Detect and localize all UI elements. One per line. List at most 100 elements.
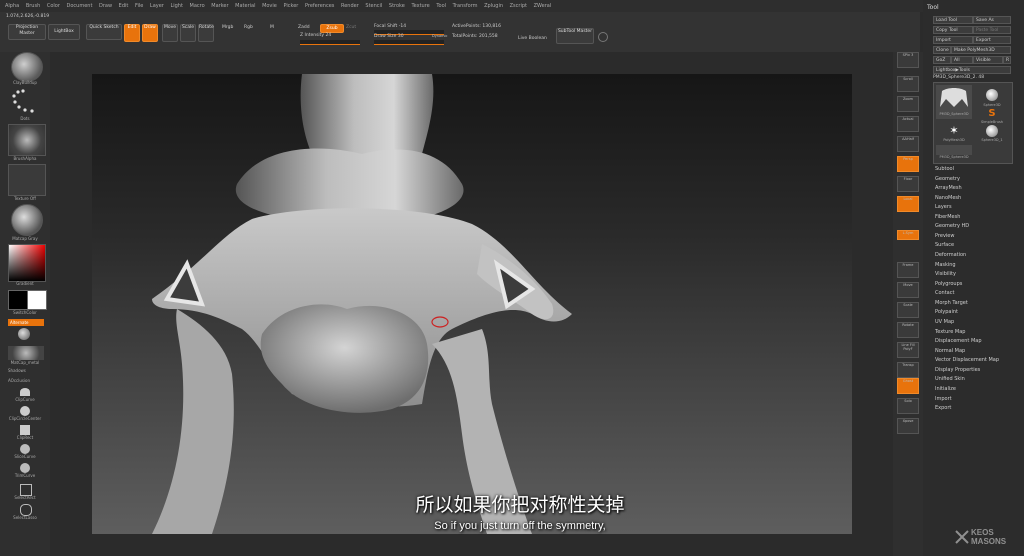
menu-zweral[interactable]: ZWeral [534,0,552,12]
draw-button[interactable]: Draw [142,24,158,42]
move-view-button[interactable]: Move [897,282,919,298]
tool-item-fibermesh[interactable]: FiberMesh [935,214,960,220]
scale-button[interactable]: Scale [180,24,196,42]
actual-button[interactable]: Actual [897,116,919,132]
menu-movie[interactable]: Movie [262,0,277,12]
menu-texture[interactable]: Texture [411,0,429,12]
tool-thumb-pm3d-sphere-2[interactable] [936,145,972,155]
menu-marker[interactable]: Marker [211,0,228,12]
local-button[interactable]: Local [897,196,919,212]
tool-item-morph-target[interactable]: Morph Target [935,300,968,306]
primary-color-swatch[interactable] [27,290,47,310]
clone-button[interactable]: Clone [933,46,951,54]
matcap-icon[interactable] [18,328,30,340]
scale-view-button[interactable]: Scale [897,302,919,318]
edit-button[interactable]: Edit [124,24,140,42]
copy-tool-button[interactable]: Copy Tool [933,26,973,34]
menu-layer[interactable]: Layer [150,0,164,12]
ao-label[interactable]: AOcclusion [8,378,54,383]
menu-color[interactable]: Color [47,0,60,12]
cliprect-icon[interactable] [20,425,30,435]
alpha-thumbnail[interactable] [8,124,46,156]
clipcircle-icon[interactable] [20,406,30,416]
tool-item-geometry[interactable]: Geometry [935,176,960,182]
canvas-viewport[interactable] [92,74,852,534]
lightbox-tools-button[interactable]: Lightbox▶Tools [933,66,1011,74]
menu-zplugin[interactable]: Zplugin [484,0,503,12]
import-button[interactable]: Import [933,36,973,44]
menu-stroke[interactable]: Stroke [389,0,405,12]
menu-document[interactable]: Document [67,0,93,12]
material-thumbnail[interactable] [11,204,43,236]
load-tool-button[interactable]: Load Tool [933,16,973,24]
goz-r-button[interactable]: R [1003,56,1011,64]
menu-tool[interactable]: Tool [436,0,446,12]
tool-item-masking[interactable]: Masking [935,262,956,268]
menu-draw[interactable]: Draw [99,0,112,12]
clipcurve-icon[interactable] [20,388,30,396]
tool-item-displacement-map[interactable]: Displacement Map [935,338,982,344]
tool-item-surface[interactable]: Surface [935,242,954,248]
brush-thumbnail[interactable] [11,52,43,82]
rotate-view-button[interactable]: Rotate [897,322,919,338]
menu-picker[interactable]: Picker [283,0,298,12]
tool-item-vector-displacement-map[interactable]: Vector Displacement Map [935,357,999,363]
quick-sketch-button[interactable]: Quick Sketch [86,24,122,40]
menu-file[interactable]: File [135,0,143,12]
menu-preferences[interactable]: Preferences [305,0,334,12]
spix-button[interactable]: SPix 3 [897,52,919,68]
switchcolor-label[interactable]: SwitchColor [2,310,48,315]
xpose-button[interactable]: Xpose [897,418,919,434]
tool-item-geometry-hd[interactable]: Geometry HD [935,223,969,229]
tool-item-subtool[interactable]: Subtool [935,166,954,172]
zadd-toggle[interactable]: Zadd [298,25,310,30]
tool-item-deformation[interactable]: Deformation [935,252,966,258]
tool-item-polygroups[interactable]: Polygroups [935,281,962,287]
simplebrush-icon[interactable]: S [986,109,998,119]
tool-panel-title[interactable]: Tool [927,4,939,11]
subtool-master-button[interactable]: SubTool Master [556,28,594,44]
tool-item-nanomesh[interactable]: NanoMesh [935,195,961,201]
trimcurve-icon[interactable] [20,463,30,473]
secondary-color-swatch[interactable] [8,290,28,310]
slicecurve-icon[interactable] [20,444,30,454]
color-picker[interactable] [8,244,46,282]
lsym-button[interactable]: L.Sym [897,230,919,240]
draw-size-slider[interactable] [374,40,444,45]
goz-button[interactable]: GoZ [933,56,951,64]
zcut-toggle[interactable]: Zcut [346,25,356,30]
stroke-thumbnail[interactable] [8,88,44,118]
z-intensity-slider[interactable] [300,40,360,45]
menu-stencil[interactable]: Stencil [365,0,382,12]
floor-button[interactable]: Floor [897,176,919,192]
lightbox-button[interactable]: LightBox [48,24,80,40]
tool-item-export[interactable]: Export [935,405,951,411]
menu-render[interactable]: Render [341,0,359,12]
frame-button[interactable]: Frame [897,262,919,278]
m-toggle[interactable]: M [270,25,274,30]
tool-thumb-pm3d-sphere[interactable]: PM3D_Sphere3D [936,85,972,119]
shadows-label[interactable]: Shadows [8,368,54,373]
settings-circle-icon[interactable] [598,32,608,42]
menu-brush[interactable]: Brush [26,0,40,12]
menu-light[interactable]: Light [170,0,182,12]
alternate-button[interactable]: Alternate [8,319,44,326]
tool-item-texture-map[interactable]: Texture Map [935,329,965,335]
transp-button[interactable]: Transp [897,362,919,378]
live-boolean-toggle[interactable]: Live Boolean [518,36,547,41]
rgb-toggle[interactable]: Rgb [244,25,253,30]
paste-tool-button[interactable]: Paste Tool [973,26,1011,34]
menu-material[interactable]: Material [235,0,255,12]
aahalf-button[interactable]: AAHalf [897,136,919,152]
make-polymesh-button[interactable]: Make PolyMesh3D [951,46,1011,54]
save-as-button[interactable]: Save As [973,16,1011,24]
tool-item-polypaint[interactable]: Polypaint [935,309,958,315]
sphere3d-icon[interactable] [986,89,998,101]
scroll-button[interactable]: Scroll [897,76,919,92]
solo-button[interactable]: Solo [897,398,919,414]
menu-transform[interactable]: Transform [453,0,478,12]
polyf-button[interactable]: Line Fill PolyF [897,342,919,358]
export-button[interactable]: Export [973,36,1011,44]
rotate-button[interactable]: Rotate [198,24,214,42]
tool-item-import[interactable]: Import [935,396,952,402]
